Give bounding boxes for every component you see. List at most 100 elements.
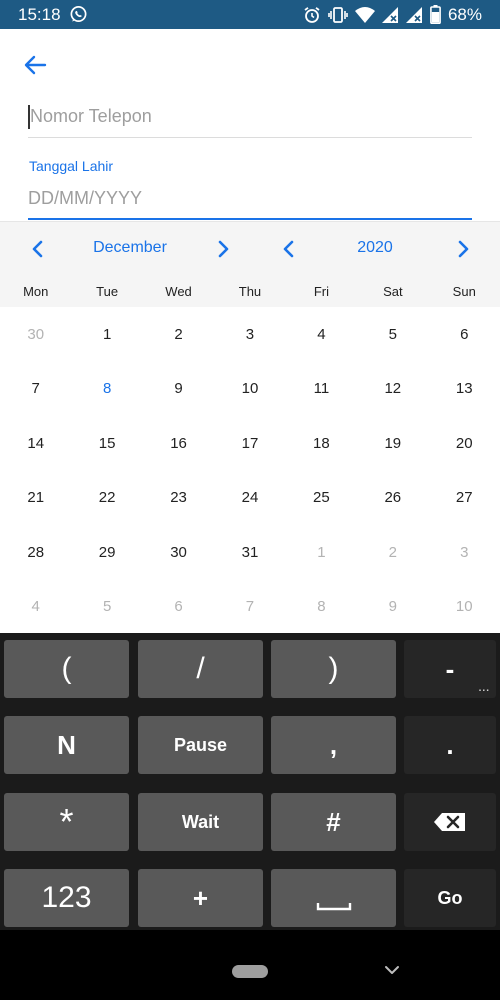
next-year-chevron-icon[interactable] — [451, 237, 475, 261]
status-bar: 15:18 68% — [0, 0, 500, 29]
key-n[interactable]: N — [4, 716, 129, 774]
battery-icon — [430, 5, 441, 24]
calendar-day[interactable]: 6 — [429, 326, 500, 343]
key-wait[interactable]: Wait — [138, 793, 263, 851]
prev-year-chevron-icon[interactable] — [277, 237, 301, 261]
calendar-day-other-month[interactable]: 5 — [71, 598, 142, 615]
key-dash[interactable]: - ... — [404, 640, 496, 698]
alarm-icon — [304, 6, 320, 23]
calendar-day[interactable]: 3 — [214, 326, 285, 343]
prev-month-chevron-icon[interactable] — [26, 237, 50, 261]
calendar-day[interactable]: 17 — [214, 435, 285, 452]
calendar-day-grid: 30 1 2 3 4 5 6 7 8 9 10 11 12 13 14 15 16 17 18 19 20 21 22 23 2… — [0, 307, 500, 634]
calendar-day-other-month[interactable]: 1 — [286, 544, 357, 561]
calendar-day[interactable]: 13 — [429, 380, 500, 397]
calendar-day[interactable]: 16 — [143, 435, 214, 452]
space-bar-icon — [316, 903, 351, 911]
weekday-label: Fri — [313, 284, 329, 299]
calendar-week-row: 7 8 9 10 11 12 13 — [0, 362, 500, 417]
calendar-day[interactable]: 22 — [71, 489, 142, 506]
calendar-header: December 2020 Mon Tue Wed Thu Fri Sat Su… — [0, 222, 500, 307]
go-key[interactable]: Go — [404, 869, 496, 927]
calendar-day[interactable]: 11 — [286, 380, 357, 397]
date-of-birth-label: Tanggal Lahir — [29, 158, 114, 174]
calendar-day-other-month[interactable]: 2 — [357, 544, 428, 561]
month-selector[interactable]: December — [70, 239, 190, 257]
space-key[interactable] — [271, 869, 396, 927]
key-plus[interactable]: + — [138, 869, 263, 927]
system-navigation-bar — [0, 930, 500, 1000]
calendar-day-other-month[interactable]: 7 — [214, 598, 285, 615]
calendar-day[interactable]: 24 — [214, 489, 285, 506]
key-period[interactable]: . — [404, 716, 496, 774]
vibrate-icon — [328, 6, 348, 23]
key-pause[interactable]: Pause — [138, 716, 263, 774]
calendar-day-today[interactable]: 8 — [71, 380, 142, 397]
signal-icon — [405, 6, 422, 23]
calendar-day[interactable]: 12 — [357, 380, 428, 397]
calendar-week-row: 4 5 6 7 8 9 10 — [0, 580, 500, 635]
calendar-day[interactable]: 29 — [71, 544, 142, 561]
calendar-day[interactable]: 28 — [0, 544, 71, 561]
calendar-day[interactable]: 7 — [0, 380, 71, 397]
calendar-day-other-month[interactable]: 30 — [0, 326, 71, 343]
key-asterisk[interactable]: * — [4, 793, 129, 851]
hide-keyboard-chevron-icon[interactable] — [383, 963, 401, 977]
key-slash[interactable]: / — [138, 640, 263, 698]
calendar-day-other-month[interactable]: 9 — [357, 598, 428, 615]
weekday-label: Thu — [238, 284, 262, 299]
battery-percent: 68% — [447, 4, 482, 24]
calendar-day[interactable]: 20 — [429, 435, 500, 452]
calendar-day-other-month[interactable]: 6 — [143, 598, 214, 615]
key-close-paren[interactable]: ) — [271, 640, 396, 698]
key-open-paren[interactable]: ( — [4, 640, 129, 698]
calendar-day[interactable]: 14 — [0, 435, 71, 452]
phone-number-placeholder: Nomor Telepon — [30, 106, 152, 126]
calendar-day[interactable]: 31 — [214, 544, 285, 561]
key-hash[interactable]: # — [271, 793, 396, 851]
weekday-label: Wed — [165, 284, 192, 299]
more-keys-indicator: ... — [478, 683, 490, 694]
status-time: 15:18 — [18, 5, 61, 24]
calendar-day[interactable]: 2 — [143, 326, 214, 343]
calendar-day[interactable]: 15 — [71, 435, 142, 452]
calendar-day-other-month[interactable]: 4 — [0, 598, 71, 615]
calendar-day[interactable]: 9 — [143, 380, 214, 397]
status-icons: 68% — [303, 4, 482, 25]
home-gesture-pill[interactable] — [232, 965, 268, 978]
calendar-day-other-month[interactable]: 10 — [429, 598, 500, 615]
calendar-day[interactable]: 21 — [0, 489, 71, 506]
calendar-day[interactable]: 25 — [286, 489, 357, 506]
date-of-birth-field[interactable]: DD/MM/YYYY — [28, 180, 472, 220]
calendar-day[interactable]: 1 — [71, 326, 142, 343]
calendar-day[interactable]: 18 — [286, 435, 357, 452]
date-picker-calendar: December 2020 Mon Tue Wed Thu Fri Sat Su… — [0, 221, 500, 633]
calendar-day[interactable]: 26 — [357, 489, 428, 506]
backspace-icon — [434, 813, 465, 831]
weekday-label: Tue — [96, 284, 119, 299]
calendar-day-other-month[interactable]: 8 — [286, 598, 357, 615]
calendar-week-row: 21 22 23 24 25 26 27 — [0, 471, 500, 526]
calendar-week-row: 28 29 30 31 1 2 3 — [0, 525, 500, 580]
calendar-day[interactable]: 19 — [357, 435, 428, 452]
next-month-chevron-icon[interactable] — [211, 237, 235, 261]
weekday-label: Sun — [452, 284, 476, 299]
key-123-switch[interactable]: 123 — [4, 869, 129, 927]
backspace-key[interactable] — [404, 793, 496, 851]
calendar-day[interactable]: 23 — [143, 489, 214, 506]
calendar-day[interactable]: 4 — [286, 326, 357, 343]
calendar-day[interactable]: 5 — [357, 326, 428, 343]
calendar-navigation: December 2020 — [0, 233, 500, 265]
dialpad-keyboard: ( / ) - ... N Pause , . * Wait # 123 + G… — [0, 633, 500, 930]
calendar-day[interactable]: 30 — [143, 544, 214, 561]
calendar-day-other-month[interactable]: 3 — [429, 544, 500, 561]
key-comma[interactable]: , — [271, 716, 396, 774]
weekday-header-row: Mon Tue Wed Thu Fri Sat Sun — [0, 284, 500, 302]
back-arrow-icon[interactable] — [20, 50, 50, 80]
calendar-day[interactable]: 27 — [429, 489, 500, 506]
calendar-week-row: 30 1 2 3 4 5 6 — [0, 307, 500, 362]
weekday-label: Mon — [23, 284, 49, 299]
phone-number-field[interactable]: Nomor Telepon — [28, 98, 472, 138]
calendar-day[interactable]: 10 — [214, 380, 285, 397]
year-selector[interactable]: 2020 — [325, 239, 425, 257]
